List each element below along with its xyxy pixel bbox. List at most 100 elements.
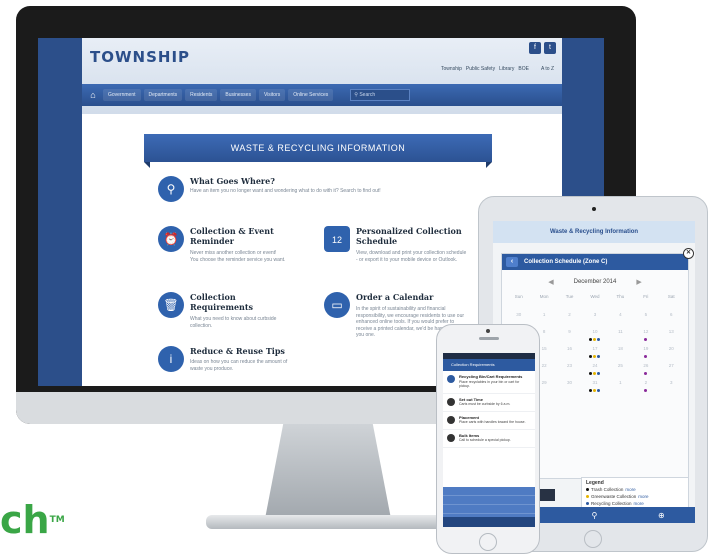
tablet-home-button[interactable] [584,530,602,548]
footer-link[interactable] [443,487,535,496]
brand-text: ch [0,498,50,542]
feature-title[interactable]: Order a Calendar [356,292,433,302]
day-number: 23 [567,363,573,368]
calendar-day[interactable]: 17 [582,343,607,360]
close-icon[interactable]: ✕ [683,248,694,259]
feature-collection-reminder[interactable]: ⏰ Collection & Event Reminder Never miss… [158,226,308,276]
calendar-day[interactable]: 27 [659,360,684,377]
day-number: 30 [516,312,522,317]
collection-dots [582,355,607,358]
day-number: 9 [568,329,571,334]
top-links: Township Public Safety Library BOE A to … [441,66,554,72]
calendar-day[interactable]: 1 [531,309,556,326]
calendar-day[interactable]: 1 [608,377,633,394]
calendar-day[interactable]: 19 [633,343,658,360]
top-link-library[interactable]: Library [499,66,514,72]
weekday-header: Fri [643,294,649,299]
next-month-icon[interactable]: ▶ [636,278,641,286]
top-link-a-to-z[interactable]: A to Z [541,66,554,72]
phone-home-button[interactable] [479,533,497,551]
feature-collection-requirements[interactable]: 🗑 Collection Requirements What you need … [158,292,308,336]
feature-title[interactable]: Collection Requirements [190,292,280,312]
phone-footer-links [443,487,535,517]
calendar-day[interactable]: 5 [633,309,658,326]
footer-link[interactable] [443,496,535,505]
legend-more-link[interactable]: more [634,500,644,507]
phone-list-item[interactable]: Bulk Items Call to schedule a special pic… [443,430,535,448]
nav-item-departments[interactable]: Departments [143,89,183,101]
calendar-day[interactable]: 26 [633,360,658,377]
top-link-township[interactable]: Township [441,66,462,72]
feature-reduce-reuse[interactable]: i Reduce & Reuse Tips Ideas on how you c… [158,346,308,386]
facebook-icon[interactable]: f [529,42,541,54]
top-link-boe[interactable]: BOE [518,66,529,72]
day-number: 10 [592,329,598,334]
zoom-tab-icon[interactable]: ⊕ [658,511,665,520]
day-number: 26 [643,363,649,368]
calendar-day[interactable]: 18 [608,343,633,360]
search-icon: ⚲ [158,176,184,202]
day-number: 19 [643,346,649,351]
phone-list-item[interactable]: Set out Time Carts must be curbside by 6 … [443,394,535,412]
calendar-day[interactable]: 25 [608,360,633,377]
calendar-day[interactable]: 24 [582,360,607,377]
calendar-day[interactable]: 31 [582,377,607,394]
phone-list-item[interactable]: Recycling Bin/Cart Requirements Place rec… [443,371,535,394]
nav-item-businesses[interactable]: Businesses [220,89,256,101]
feature-title[interactable]: Personalized Collection Schedule [356,226,466,246]
device-mockup-stage: TOWNSHIP f t Township Public Safety Libr… [0,0,709,557]
calendar-day[interactable]: 9 [557,326,582,343]
nav-item-government[interactable]: Government [103,89,141,101]
month-label: December 2014 [573,279,617,285]
legend-more-link[interactable]: more [625,486,635,493]
collection-dots [633,338,658,341]
calendar-day[interactable]: 3 [659,377,684,394]
calendar-day[interactable]: 16 [557,343,582,360]
nav-item-online-services[interactable]: Online Services [288,89,334,101]
calendar-day[interactable]: 10 [582,326,607,343]
feature-title[interactable]: Collection & Event Reminder [190,226,290,246]
search-tab-icon[interactable]: ⚲ [592,511,598,520]
back-arrow-icon[interactable]: ‹ [506,257,518,267]
calendar-day[interactable]: 6 [659,309,684,326]
day-number: 20 [668,346,674,351]
twitter-icon[interactable]: t [544,42,556,54]
feature-personalized-schedule[interactable]: 12 Personalized Collection Schedule View… [324,226,484,276]
calendar-day[interactable]: 30 [557,377,582,394]
tablet-header: Waste & Recycling Information [493,221,695,243]
item-text: Bulk Items Call to schedule a special pic… [459,433,511,443]
nav-item-residents[interactable]: Residents [185,89,218,101]
calendar-day[interactable]: 20 [659,343,684,360]
calendar-day[interactable]: 13 [659,326,684,343]
feature-title[interactable]: Reduce & Reuse Tips [190,346,285,356]
legend-more-link[interactable]: more [638,493,648,500]
nav-item-visitors[interactable]: Visitors [258,89,286,101]
feature-title[interactable]: What Goes Where? [190,176,275,186]
day-number: 3 [593,312,597,317]
calendar-day[interactable]: 23 [557,360,582,377]
search-input[interactable]: ⚲ Search [350,89,411,101]
calendar-day[interactable]: 2 [633,377,658,394]
top-link-public-safety[interactable]: Public Safety [466,66,495,72]
legend-label: Trash Collection [591,487,624,492]
legend-item: Greenwaste Collection more [586,493,684,500]
calendar-day[interactable]: 11 [608,326,633,343]
calendar-day[interactable]: 4 [608,309,633,326]
site-header: TOWNSHIP f t Township Public Safety Libr… [82,38,562,114]
phone-speaker [479,337,499,340]
home-icon[interactable]: ⌂ [86,88,100,102]
calendar-week: 30 1 2 3 4 5 6 [506,309,684,326]
prev-month-icon[interactable]: ◀ [548,278,553,286]
site-logo[interactable]: TOWNSHIP [90,48,190,66]
footer-link[interactable] [443,505,535,514]
brand-logo: chTM [0,498,65,542]
calendar-day[interactable]: 3 [582,309,607,326]
calendar-day[interactable]: 2 [557,309,582,326]
panel-title: WASTE & RECYCLING INFORMATION [144,134,492,168]
phone-header: Collection Requirements [443,359,535,371]
calendar-day[interactable]: 12 [633,326,658,343]
item-icon [447,375,455,383]
legend-swatch [586,495,589,498]
feature-what-goes-where[interactable]: ⚲ What Goes Where? Have an item you no l… [158,176,448,210]
phone-list-item[interactable]: Placement Place carts with handles toward… [443,412,535,430]
